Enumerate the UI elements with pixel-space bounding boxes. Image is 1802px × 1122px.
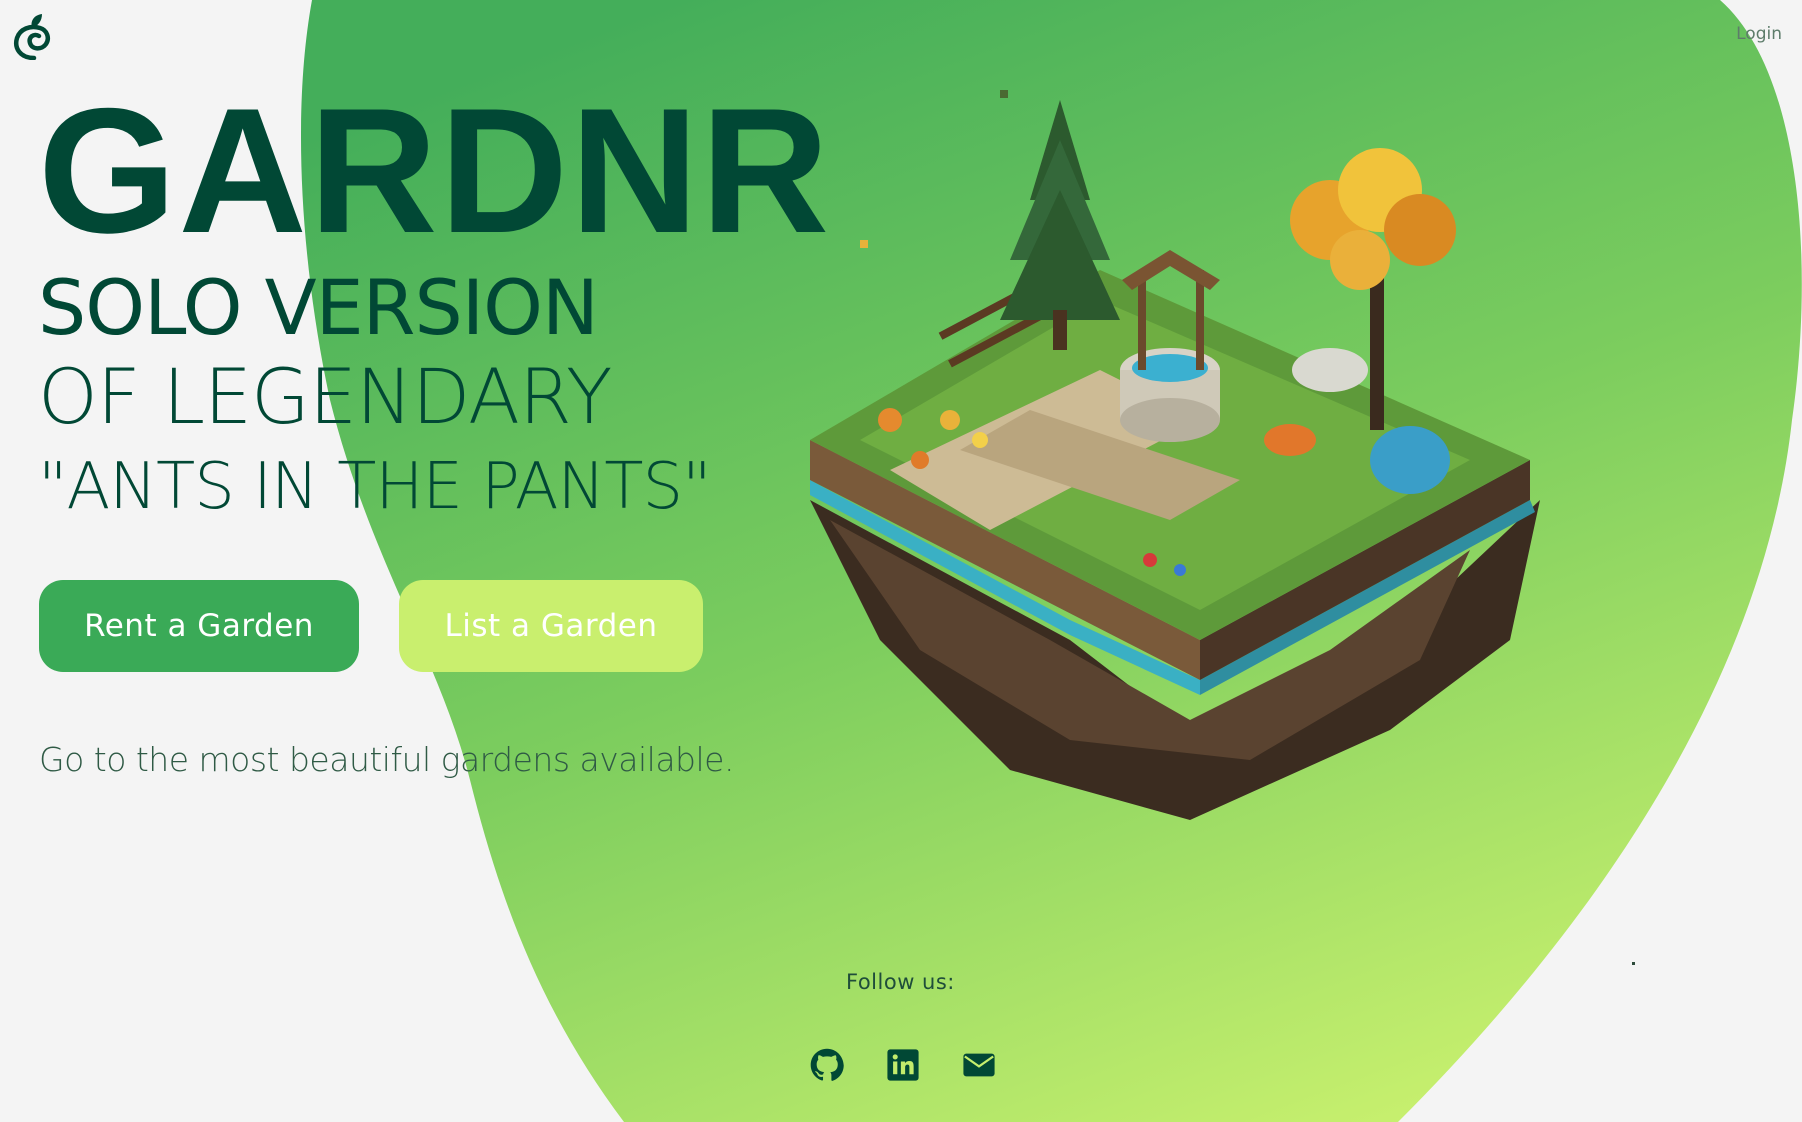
hero-subtitle-line-1: SOLO VERSION (38, 263, 599, 352)
email-icon[interactable] (962, 1048, 996, 1082)
garden-island-illustration (810, 90, 1540, 820)
hero-section: GARDNR SOLO VERSION OF LEGENDARY "ANTS I… (38, 71, 832, 532)
hero-subtitle-line-3: "ANTS IN THE PANTS" (38, 450, 712, 524)
list-garden-button[interactable]: List a Garden (399, 580, 703, 672)
follow-us-label: Follow us: (846, 970, 955, 994)
linkedin-icon[interactable] (886, 1048, 920, 1082)
hero-subtitle-line-2: OF LEGENDARY (38, 352, 612, 441)
login-link[interactable]: Login (1736, 24, 1782, 44)
github-icon[interactable] (810, 1048, 844, 1082)
rent-garden-button[interactable]: Rent a Garden (39, 580, 359, 672)
gardnr-logo-icon[interactable] (12, 12, 56, 60)
hero-tagline: Go to the most beautiful gardens availab… (39, 740, 734, 779)
social-links (810, 1048, 996, 1082)
landing-page: Login GARDNR SOLO VERSION OF LEGENDARY "… (0, 0, 1802, 1122)
page-title: GARDNR (38, 71, 832, 270)
decorative-dot (1632, 962, 1635, 965)
